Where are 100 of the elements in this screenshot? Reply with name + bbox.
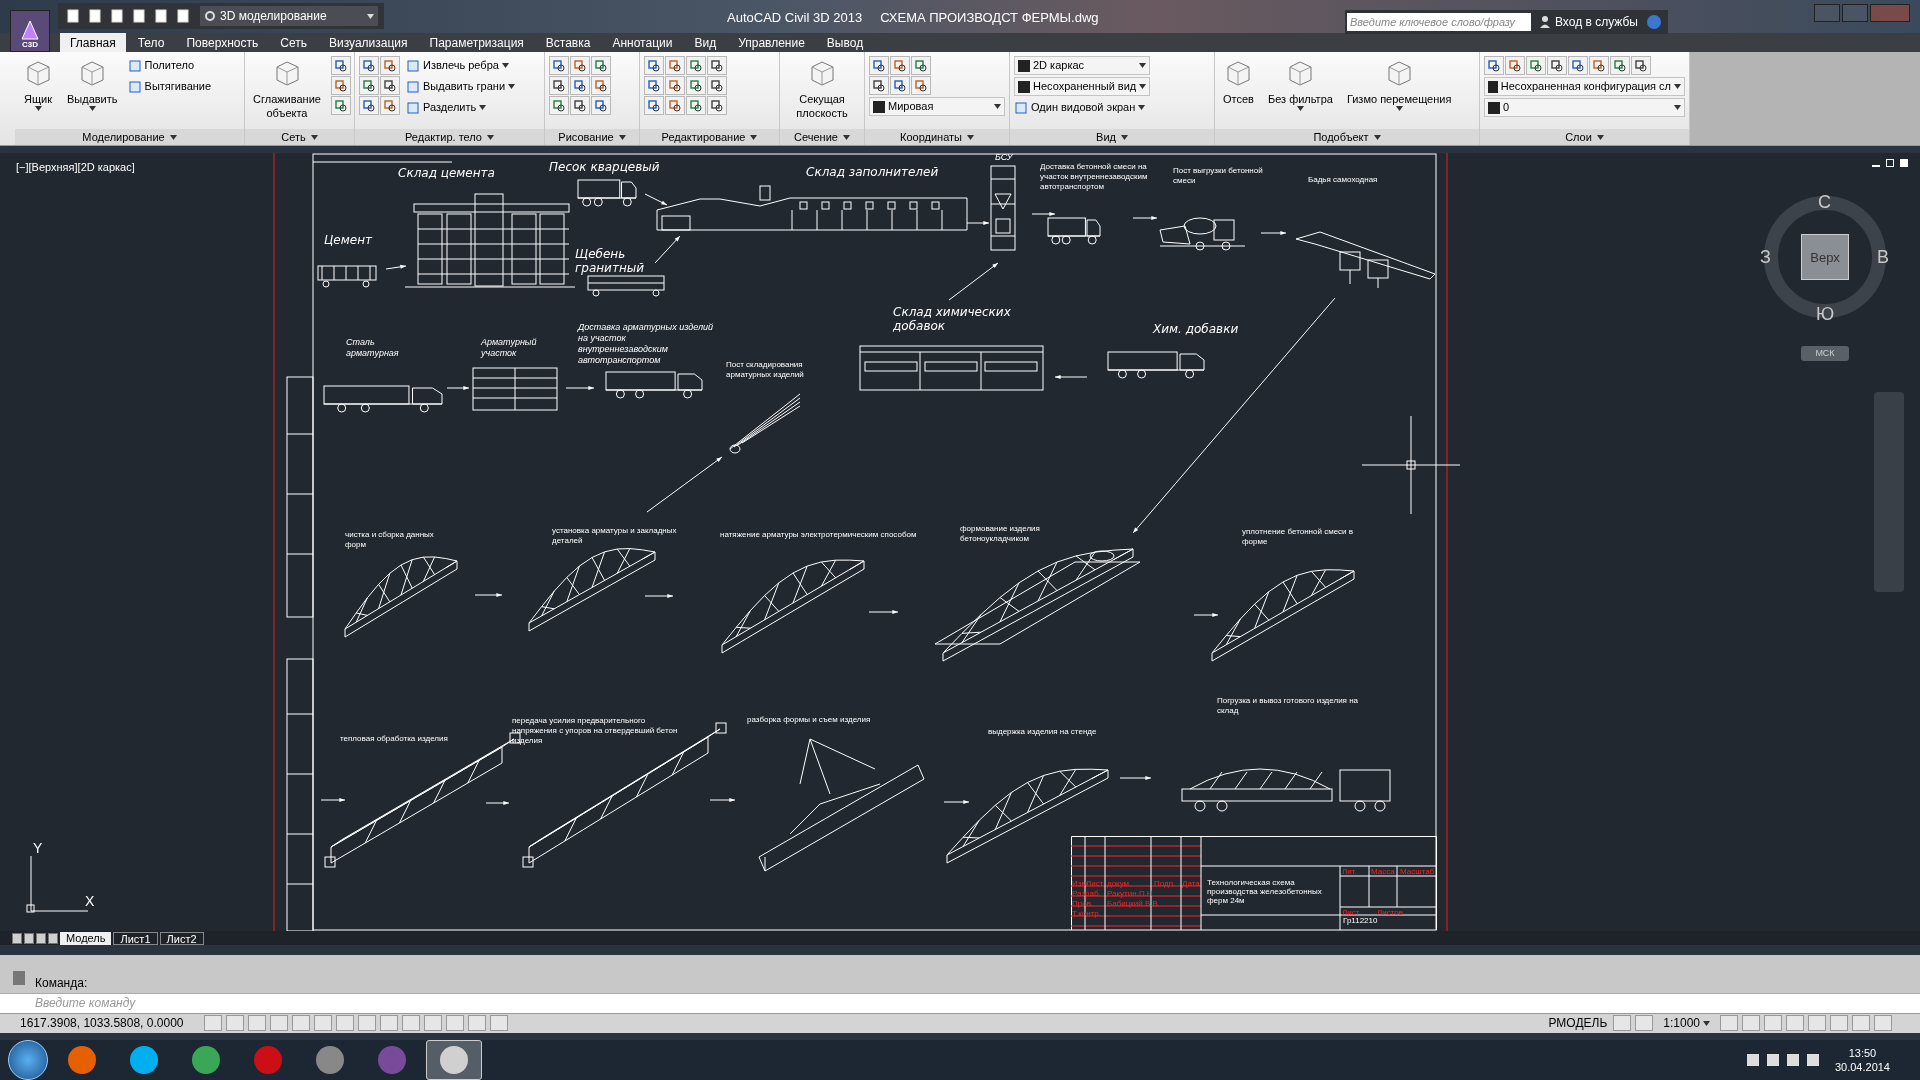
tool-icon[interactable]: [869, 56, 889, 75]
viewport-close-button[interactable]: [1900, 159, 1908, 168]
ribbon-button[interactable]: Вытягивание: [127, 77, 212, 96]
workspace-dropdown[interactable]: 3D моделирование: [200, 6, 378, 27]
layout-tab[interactable]: Лист2: [159, 931, 204, 945]
tool-icon[interactable]: [359, 96, 379, 115]
panel-title[interactable]: Моделирование: [15, 129, 244, 146]
compass-west[interactable]: З: [1760, 247, 1771, 268]
ribbon-button[interactable]: Секущая плоскость: [784, 56, 860, 120]
viewport-restore-button[interactable]: [1886, 159, 1894, 168]
tool-icon[interactable]: [644, 56, 664, 75]
ribbon-dropdown[interactable]: 0: [1484, 98, 1685, 117]
compass-east[interactable]: В: [1877, 247, 1889, 268]
status-toggle-icon[interactable]: [490, 1015, 508, 1032]
tool-icon[interactable]: [359, 56, 379, 75]
status-toggle-icon[interactable]: [1635, 1015, 1654, 1032]
tool-icon[interactable]: [330, 76, 351, 95]
ribbon-button[interactable]: Выдавить грани: [406, 77, 516, 96]
ribbon-button[interactable]: Политело: [127, 56, 212, 75]
status-toggle-icon[interactable]: [468, 1015, 486, 1032]
status-toggle-icon[interactable]: [424, 1015, 442, 1032]
taskbar-app[interactable]: [426, 1040, 482, 1080]
tool-icon[interactable]: [330, 56, 351, 75]
clock-date[interactable]: 30.04.2014: [1834, 1060, 1890, 1074]
tool-icon[interactable]: [1526, 56, 1546, 75]
tool-icon[interactable]: [1589, 56, 1609, 75]
ribbon-dropdown[interactable]: Несохраненная конфигурация сл: [1484, 77, 1685, 96]
ribbon-dropdown[interactable]: 2D каркас: [1014, 56, 1151, 75]
ribbon-button[interactable]: Гизмо перемещения: [1342, 56, 1456, 111]
panel-title[interactable]: Слои: [1480, 129, 1689, 146]
status-toggle-icon[interactable]: [1874, 1015, 1892, 1032]
tool-icon[interactable]: [686, 76, 706, 95]
space-toggle[interactable]: РМОДЕЛЬ: [1546, 1014, 1610, 1033]
ribbon-button[interactable]: Без фильтра: [1263, 56, 1337, 111]
status-toggle-icon[interactable]: [380, 1015, 398, 1032]
tool-icon[interactable]: [707, 56, 727, 75]
status-toggle-icon[interactable]: [1830, 1015, 1848, 1032]
panel-title[interactable]: Сеть: [245, 129, 354, 146]
status-toggle-icon[interactable]: [1808, 1015, 1826, 1032]
ribbon-dropdown[interactable]: Мировая: [869, 97, 1005, 116]
tool-icon[interactable]: [911, 76, 931, 95]
tool-icon[interactable]: [380, 76, 400, 95]
ribbon-tab[interactable]: Вставка: [535, 33, 601, 52]
status-toggle-icon[interactable]: [1852, 1015, 1870, 1032]
app-menu-button[interactable]: C3D: [10, 10, 50, 52]
ribbon-tab[interactable]: Визуализация: [318, 33, 418, 52]
clock-time[interactable]: 13:50: [1848, 1046, 1877, 1060]
compass-north[interactable]: С: [1818, 192, 1831, 213]
ribbon-button[interactable]: Один видовой экран: [1014, 98, 1151, 117]
tool-icon[interactable]: [869, 76, 889, 95]
tool-icon[interactable]: [549, 56, 569, 75]
tool-icon[interactable]: [644, 76, 664, 95]
ribbon-tab[interactable]: Главная: [60, 33, 126, 52]
ribbon-button[interactable]: Разделить: [406, 98, 516, 117]
ribbon-button[interactable]: Ящик: [19, 56, 57, 111]
tool-icon[interactable]: [1505, 56, 1525, 75]
status-toggle-icon[interactable]: [1613, 1015, 1632, 1032]
ribbon-tab[interactable]: Поверхность: [176, 33, 269, 52]
status-toggle-icon[interactable]: [248, 1015, 266, 1032]
panel-title[interactable]: Координаты: [865, 129, 1009, 146]
tool-icon[interactable]: [665, 76, 685, 95]
start-button[interactable]: [8, 1040, 48, 1080]
ucs-menu-button[interactable]: МСК: [1801, 346, 1849, 362]
status-toggle-icon[interactable]: [1742, 1015, 1760, 1032]
status-toggle-icon[interactable]: [204, 1015, 222, 1032]
tool-icon[interactable]: [707, 96, 727, 115]
ribbon-tab[interactable]: Параметризация: [419, 33, 534, 52]
panel-title[interactable]: Вид: [1010, 129, 1214, 146]
status-toggle-icon[interactable]: [336, 1015, 354, 1032]
status-toggle-icon[interactable]: [1764, 1015, 1782, 1032]
status-toggle-icon[interactable]: [1720, 1015, 1738, 1032]
tool-icon[interactable]: [1631, 56, 1651, 75]
panel-title[interactable]: Подобъект: [1215, 129, 1479, 146]
tool-icon[interactable]: [380, 56, 400, 75]
tool-icon[interactable]: [686, 96, 706, 115]
tool-icon[interactable]: [890, 56, 910, 75]
tool-icon[interactable]: [665, 56, 685, 75]
status-toggle-icon[interactable]: [314, 1015, 332, 1032]
ribbon-button[interactable]: Выдавить: [63, 56, 122, 111]
ribbon-tab[interactable]: Вид: [684, 33, 727, 52]
compass-south[interactable]: Ю: [1816, 304, 1835, 325]
panel-title[interactable]: Редактир. тело: [355, 129, 544, 146]
annotation-scale-dropdown[interactable]: 1:1000: [1657, 1014, 1716, 1033]
ribbon-dropdown[interactable]: Несохраненный вид: [1014, 77, 1151, 96]
tool-icon[interactable]: [359, 76, 379, 95]
tool-icon[interactable]: [890, 76, 910, 95]
panel-title[interactable]: Рисование: [545, 129, 639, 146]
tool-icon[interactable]: [570, 76, 590, 95]
tool-icon[interactable]: [591, 96, 611, 115]
viewport-label[interactable]: [−][Верхняя][2D каркас]: [16, 159, 135, 176]
tab-nav-last-button[interactable]: [48, 932, 58, 944]
status-toggle-icon[interactable]: [292, 1015, 310, 1032]
status-toggle-icon[interactable]: [270, 1015, 288, 1032]
layout-tab[interactable]: Модель: [60, 931, 112, 945]
ribbon-tab[interactable]: Сеть: [270, 33, 317, 52]
search-field[interactable]: Введите ключевое слово/фразу: [1347, 13, 1531, 31]
tool-icon[interactable]: [911, 56, 931, 75]
ribbon-tab[interactable]: Аннотации: [602, 33, 683, 52]
tab-nav-first-button[interactable]: [12, 932, 22, 944]
tool-icon[interactable]: [665, 96, 685, 115]
